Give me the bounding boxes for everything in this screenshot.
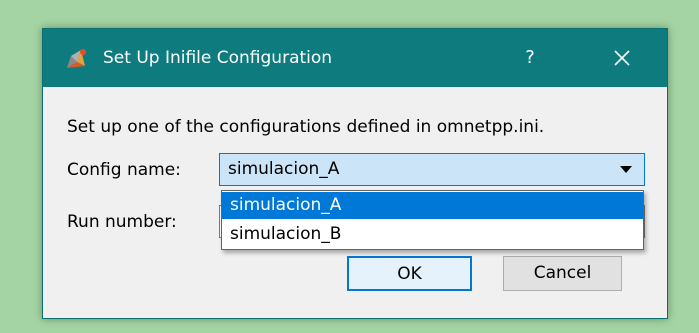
chevron-down-icon <box>620 166 632 173</box>
close-button[interactable] <box>605 42 639 74</box>
cancel-button[interactable]: Cancel <box>503 256 622 291</box>
config-name-combobox[interactable]: simulacion_A <box>219 153 645 186</box>
help-button[interactable]: ? <box>515 43 545 73</box>
dialog-description: Set up one of the configurations defined… <box>67 117 545 137</box>
dropdown-option-simulacion-b[interactable]: simulacion_B <box>222 221 643 248</box>
title-bar: Set Up Inifile Configuration ? <box>43 29 667 87</box>
ok-button[interactable]: OK <box>347 256 472 291</box>
config-name-label: Config name: <box>67 160 181 180</box>
config-dropdown-list: simulacion_A simulacion_B <box>221 190 644 250</box>
app-icon <box>65 48 87 70</box>
setup-inifile-dialog: Set Up Inifile Configuration ? Set up on… <box>42 28 668 319</box>
dialog-title: Set Up Inifile Configuration <box>103 48 333 68</box>
config-name-value: simulacion_A <box>228 159 340 179</box>
dropdown-option-simulacion-a[interactable]: simulacion_A <box>222 192 643 219</box>
run-number-label: Run number: <box>67 212 177 232</box>
close-icon <box>614 50 630 66</box>
